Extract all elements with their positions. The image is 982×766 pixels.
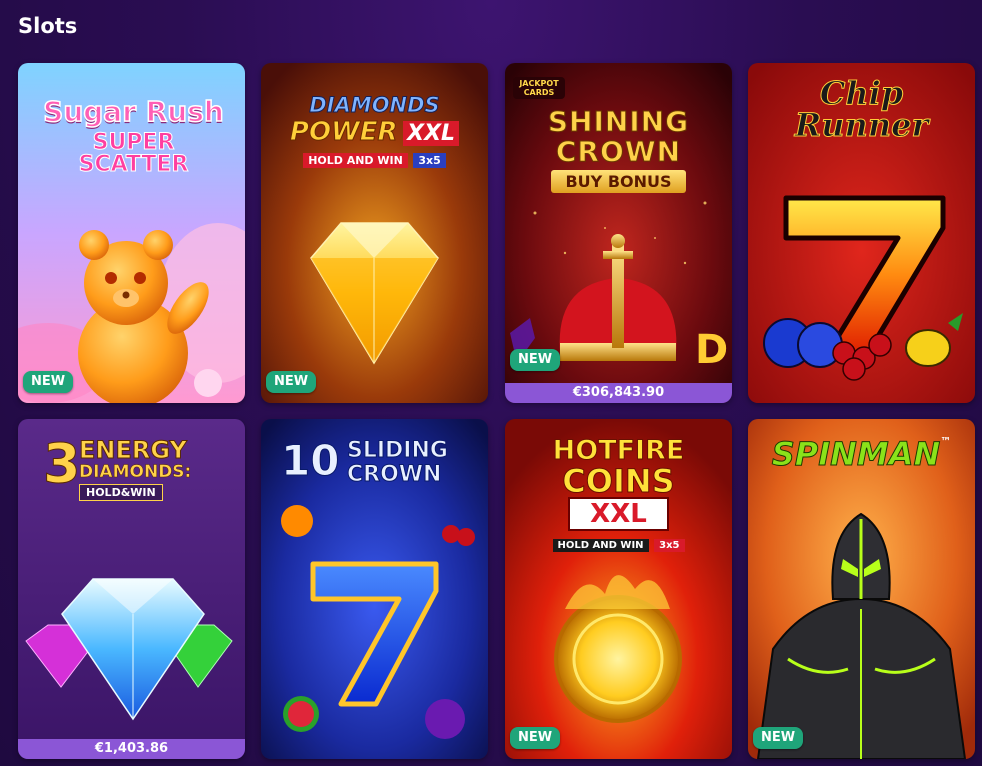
game-logo-subtitle: 3x5 — [413, 153, 446, 168]
jackpot-amount: €1,403.86 — [18, 739, 245, 759]
game-card-hotfire-coins-xxl[interactable]: HOTFIRE COINS XXL HOLD AND WIN 3x5 NEW — [505, 419, 732, 759]
new-badge: NEW — [23, 371, 74, 393]
game-logo-subtitle: 3x5 — [654, 539, 685, 552]
new-badge: NEW — [510, 727, 561, 749]
game-logo-title: HOTFIRE — [552, 435, 685, 466]
game-logo-title: SHINING — [547, 105, 690, 139]
game-logo-title: 10 — [280, 436, 340, 485]
new-badge: NEW — [510, 349, 561, 371]
game-card-10-sliding-crown[interactable]: 10 SLIDING CROWN — [261, 419, 488, 759]
trademark-symbol: ™ — [940, 435, 952, 448]
game-logo-title: DIAMONDS — [309, 93, 440, 118]
game-logo-subtitle: HOLD&WIN — [79, 484, 163, 501]
game-logo-title: COINS — [562, 462, 675, 500]
buy-bonus-label: BUY BONUS — [551, 170, 686, 193]
slots-grid: Sugar Rush SUPER SCATTER NEW DIAMONDS PO… — [0, 0, 982, 766]
game-logo-title: CROWN — [347, 462, 442, 487]
game-logo-subtitle: SUPER — [92, 130, 175, 155]
new-badge: NEW — [753, 727, 804, 749]
game-logo-title: ENERGY — [78, 436, 187, 464]
game-logo-subtitle: DIAMONDS: — [79, 462, 192, 482]
game-card-chip-runner[interactable]: Chip Runner — [748, 63, 975, 403]
game-logo-title: 3 — [43, 432, 82, 495]
game-logo-title: POWER — [289, 117, 398, 148]
game-card-spinman[interactable]: SPINMAN™ NEW — [748, 419, 975, 759]
svg-text:D: D — [695, 327, 728, 373]
game-logo-title: XXL — [568, 497, 669, 531]
game-logo-title: Chip — [819, 74, 904, 112]
game-card-3-energy-diamonds[interactable]: 3 ENERGY DIAMONDS: HOLD&WIN €1,403.86 — [18, 419, 245, 759]
jackpot-amount: €306,843.90 — [505, 383, 732, 403]
game-logo-subtitle: SCATTER — [78, 152, 189, 177]
provider-logo: JACKPOT CARDS — [513, 77, 565, 99]
game-card-diamonds-power-xxl[interactable]: DIAMONDS POWER XXL HOLD AND WIN 3x5 NEW — [261, 63, 488, 403]
game-card-sugar-rush[interactable]: Sugar Rush SUPER SCATTER NEW — [18, 63, 245, 403]
game-logo-subtitle: HOLD AND WIN — [552, 539, 649, 552]
game-logo-subtitle: HOLD AND WIN — [303, 153, 408, 168]
game-logo-title: Runner — [794, 106, 929, 144]
game-logo-title: Sugar Rush — [42, 94, 224, 129]
new-badge: NEW — [266, 371, 317, 393]
game-logo-title: XXL — [403, 121, 460, 146]
game-logo-title: CROWN — [555, 135, 682, 168]
game-logo-title: SLIDING — [347, 438, 449, 463]
game-card-shining-crown[interactable]: D JACKPOT CARDS SHINING CROWN BUY BONUS … — [505, 63, 732, 403]
game-logo-title: SPINMAN — [771, 435, 941, 474]
